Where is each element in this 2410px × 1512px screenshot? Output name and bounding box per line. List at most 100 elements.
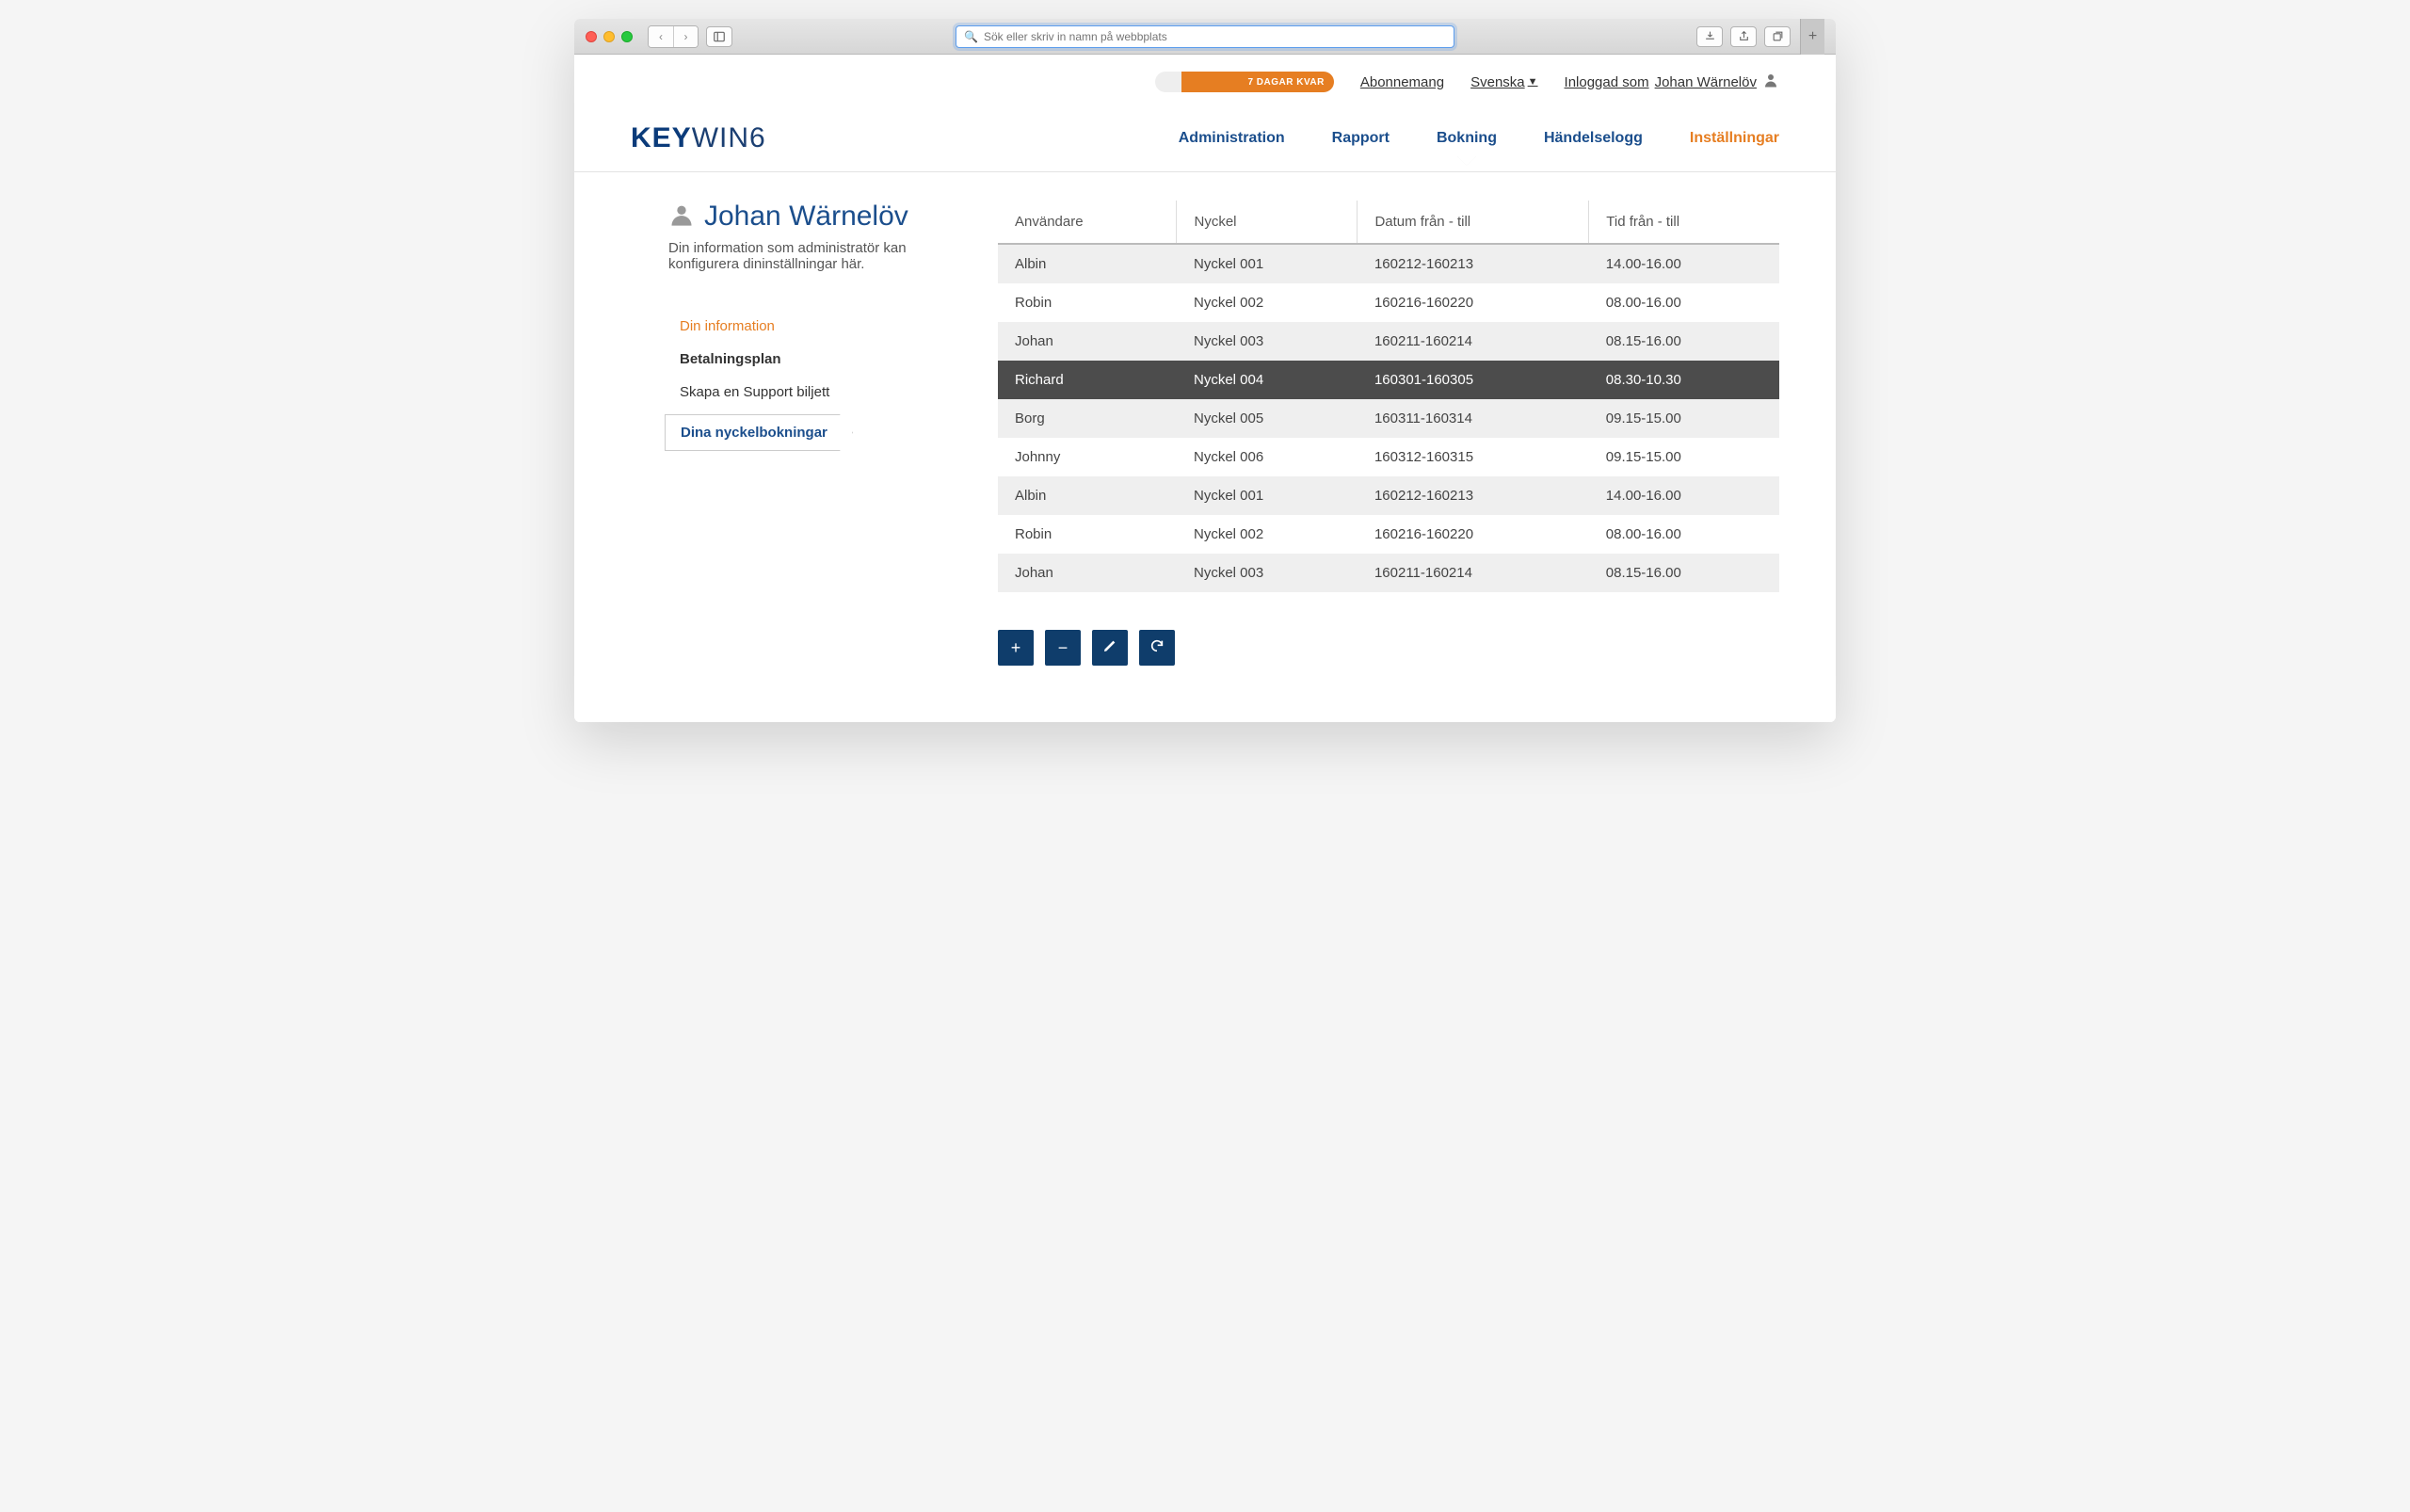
language-label: Svenska xyxy=(1470,74,1525,90)
chevron-down-icon: ▼ xyxy=(1528,76,1538,88)
maximize-window-button[interactable] xyxy=(621,31,633,42)
cell-user: Robin xyxy=(998,515,1177,554)
table-row[interactable]: JohanNyckel 003160211-16021408.15-16.00 xyxy=(998,322,1779,361)
logo-bold: KEY xyxy=(631,122,692,153)
browser-window: ‹ › 🔍 + 7 DAGA xyxy=(574,19,1836,722)
logged-in-prefix: Inloggad som xyxy=(1565,74,1649,90)
table-row[interactable]: BorgNyckel 005160311-16031409.15-15.00 xyxy=(998,399,1779,438)
cell-key: Nyckel 002 xyxy=(1177,283,1358,322)
user-icon xyxy=(668,201,695,233)
cell-date: 160301-160305 xyxy=(1358,361,1589,399)
edit-button[interactable] xyxy=(1092,630,1128,666)
col-date[interactable]: Datum från - till xyxy=(1358,201,1589,244)
right-column: Användare Nyckel Datum från - till Tid f… xyxy=(998,201,1779,666)
downloads-button[interactable] xyxy=(1696,26,1723,47)
table-header-row: Användare Nyckel Datum från - till Tid f… xyxy=(998,201,1779,244)
cell-key: Nyckel 006 xyxy=(1177,438,1358,476)
cell-time: 09.15-15.00 xyxy=(1589,438,1779,476)
tabs-button[interactable] xyxy=(1764,26,1791,47)
table-row[interactable]: JohanNyckel 003160211-16021408.15-16.00 xyxy=(998,554,1779,592)
col-user[interactable]: Användare xyxy=(998,201,1177,244)
nav-item[interactable]: Rapport xyxy=(1332,130,1390,147)
col-key[interactable]: Nyckel xyxy=(1177,201,1358,244)
cell-date: 160312-160315 xyxy=(1358,438,1589,476)
add-button[interactable]: + xyxy=(998,630,1034,666)
back-button[interactable]: ‹ xyxy=(649,26,673,47)
sidebar-item[interactable]: Skapa en Support biljett xyxy=(680,376,951,409)
cell-time: 08.00-16.00 xyxy=(1589,515,1779,554)
language-picker[interactable]: Svenska ▼ xyxy=(1470,74,1537,90)
refresh-icon xyxy=(1149,638,1165,658)
top-strip: 7 DAGAR KVAR Abonnemang Svenska ▼ Inlogg… xyxy=(574,55,1836,104)
forward-button[interactable]: › xyxy=(673,26,698,47)
new-tab-button[interactable]: + xyxy=(1800,19,1824,55)
nav-item[interactable]: Inställningar xyxy=(1690,130,1779,147)
bookings-table: Användare Nyckel Datum från - till Tid f… xyxy=(998,201,1779,592)
cell-date: 160212-160213 xyxy=(1358,244,1589,283)
table-row[interactable]: RobinNyckel 002160216-16022008.00-16.00 xyxy=(998,515,1779,554)
col-time[interactable]: Tid från - till xyxy=(1589,201,1779,244)
search-icon: 🔍 xyxy=(964,30,978,43)
cell-user: Richard xyxy=(998,361,1177,399)
minimize-window-button[interactable] xyxy=(603,31,615,42)
subscription-link[interactable]: Abonnemang xyxy=(1360,74,1444,90)
cell-time: 08.00-16.00 xyxy=(1589,283,1779,322)
logged-in-user-link[interactable]: Inloggad som Johan Wärnelöv xyxy=(1565,72,1779,92)
close-window-button[interactable] xyxy=(586,31,597,42)
cell-user: Albin xyxy=(998,244,1177,283)
share-button[interactable] xyxy=(1730,26,1757,47)
cell-time: 08.30-10.30 xyxy=(1589,361,1779,399)
cell-time: 08.15-16.00 xyxy=(1589,554,1779,592)
cell-time: 08.15-16.00 xyxy=(1589,322,1779,361)
table-row[interactable]: RichardNyckel 004160301-16030508.30-10.3… xyxy=(998,361,1779,399)
cell-user: Albin xyxy=(998,476,1177,515)
page-title-row: Johan Wärnelöv xyxy=(668,201,951,233)
header-row: KEYWIN6 Administration Rapport Bokning Händ… xyxy=(574,104,1836,172)
pencil-icon xyxy=(1102,638,1117,658)
cell-key: Nyckel 003 xyxy=(1177,554,1358,592)
cell-key: Nyckel 004 xyxy=(1177,361,1358,399)
sidebar-item[interactable]: Din information xyxy=(680,310,951,343)
cell-user: Johan xyxy=(998,554,1177,592)
table-row[interactable]: RobinNyckel 002160216-16022008.00-16.00 xyxy=(998,283,1779,322)
address-bar[interactable]: 🔍 xyxy=(956,25,1454,48)
cell-date: 160216-160220 xyxy=(1358,283,1589,322)
cell-user: Johan xyxy=(998,322,1177,361)
refresh-button[interactable] xyxy=(1139,630,1175,666)
cell-key: Nyckel 001 xyxy=(1177,476,1358,515)
logo-light: WIN6 xyxy=(692,122,766,153)
page-content: 7 DAGAR KVAR Abonnemang Svenska ▼ Inlogg… xyxy=(574,55,1836,722)
app-logo: KEYWIN6 xyxy=(631,122,766,154)
plus-icon: + xyxy=(1011,638,1021,658)
sidebar-item[interactable]: Dina nyckelbokningar xyxy=(665,414,853,451)
table-row[interactable]: JohnnyNyckel 006160312-16031509.15-15.00 xyxy=(998,438,1779,476)
traffic-lights xyxy=(586,31,633,42)
cell-key: Nyckel 001 xyxy=(1177,244,1358,283)
cell-date: 160311-160314 xyxy=(1358,399,1589,438)
page-subtitle: Din information som administratör kan ko… xyxy=(668,240,951,272)
action-row: + − xyxy=(998,630,1779,666)
address-input[interactable] xyxy=(984,30,1446,43)
nav-item[interactable]: Administration xyxy=(1179,130,1285,147)
table-row[interactable]: AlbinNyckel 001160212-16021314.00-16.00 xyxy=(998,476,1779,515)
cell-date: 160211-160214 xyxy=(1358,554,1589,592)
cell-date: 160211-160214 xyxy=(1358,322,1589,361)
sidebar-item[interactable]: Betalningsplan xyxy=(680,343,951,376)
nav-back-forward-group: ‹ › xyxy=(648,25,699,48)
days-left-pill: 7 DAGAR KVAR xyxy=(1155,72,1334,92)
cell-user: Johnny xyxy=(998,438,1177,476)
left-column: Johan Wärnelöv Din information som admin… xyxy=(668,201,951,666)
cell-date: 160212-160213 xyxy=(1358,476,1589,515)
sidebar-toggle-button[interactable] xyxy=(706,26,732,47)
main-nav: Administration Rapport Bokning Händelselogg… xyxy=(1179,130,1779,147)
cell-time: 14.00-16.00 xyxy=(1589,244,1779,283)
cell-key: Nyckel 002 xyxy=(1177,515,1358,554)
days-left-text: 7 DAGAR KVAR xyxy=(1247,77,1324,88)
table-row[interactable]: AlbinNyckel 001160212-16021314.00-16.00 xyxy=(998,244,1779,283)
nav-item[interactable]: Händelselogg xyxy=(1544,130,1643,147)
nav-item[interactable]: Bokning xyxy=(1437,130,1497,147)
remove-button[interactable]: − xyxy=(1045,630,1081,666)
side-menu: Din informationBetalningsplanSkapa en Su… xyxy=(668,310,951,451)
content-area: Johan Wärnelöv Din information som admin… xyxy=(574,172,1836,722)
browser-title-bar: ‹ › 🔍 + xyxy=(574,19,1836,55)
